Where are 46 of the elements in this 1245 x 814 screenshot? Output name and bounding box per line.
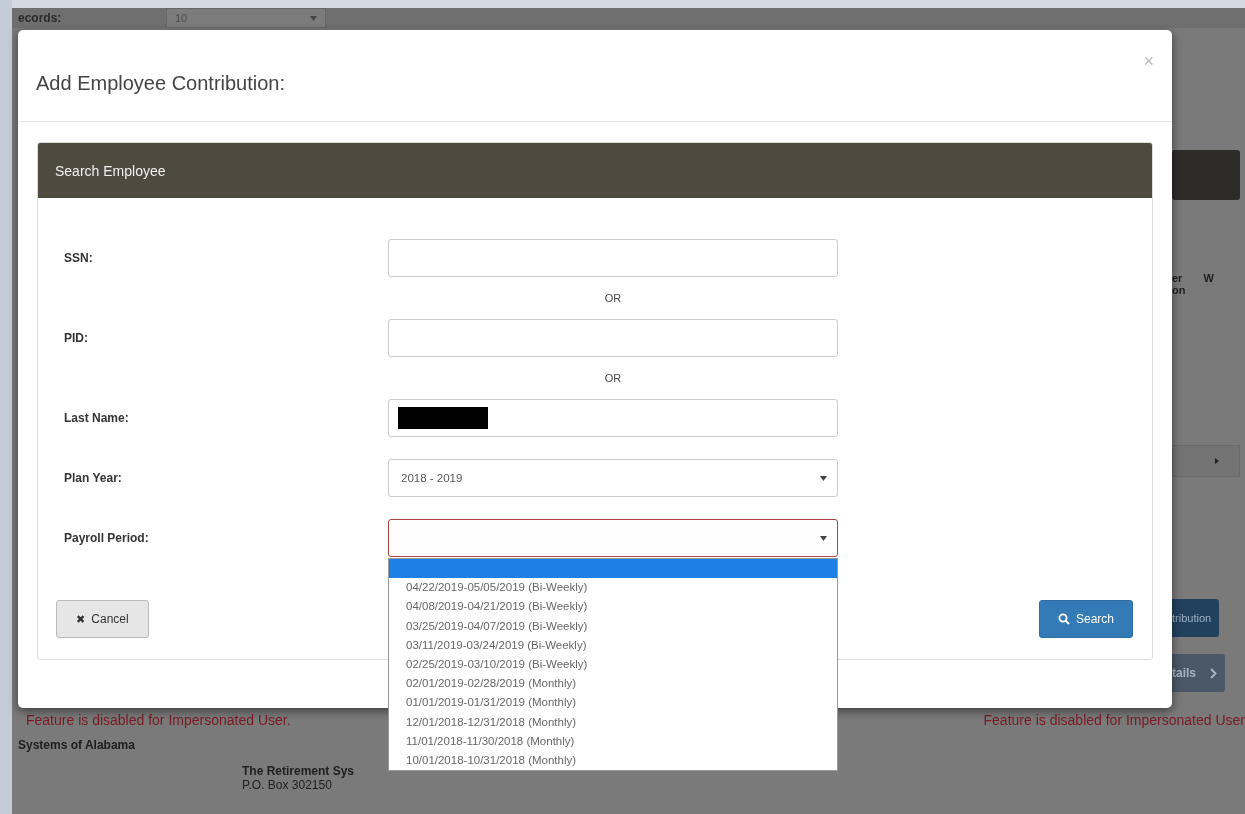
panel-header [1172, 150, 1240, 200]
caret-icon [1215, 458, 1219, 464]
dialog-title: Add Employee Contribution: [36, 72, 286, 96]
search-icon [1058, 613, 1070, 625]
warning-text: Feature is disabled for Impersonated User [983, 712, 1245, 730]
caret-icon [820, 535, 827, 541]
dropdown-option[interactable]: 11/01/2018-11/30/2018 (Monthly) [389, 731, 837, 751]
dropdown-option[interactable]: 12/01/2018-12/31/2018 (Monthly) [389, 712, 837, 732]
input-field[interactable] [388, 399, 838, 437]
input-field[interactable] [388, 319, 838, 357]
or-separator: OR [603, 291, 623, 306]
caret-icon [310, 15, 317, 21]
column-header: on [1172, 284, 1186, 296]
dropdown-option[interactable]: 02/25/2019-03/10/2019 (Bi-Weekly) [389, 654, 837, 675]
field-label: SSN: [64, 251, 94, 265]
dropdown-option[interactable] [389, 559, 837, 579]
close-icon: ✖ [76, 612, 86, 626]
cancel-button[interactable]: ✖ Cancel [56, 600, 149, 638]
dropdown-option[interactable]: 03/25/2019-04/07/2019 (Bi-Weekly) [389, 616, 837, 636]
field-label: PID: [64, 331, 89, 345]
dropdown-option[interactable]: 04/08/2019-04/21/2019 (Bi-Weekly) [389, 597, 837, 617]
warning-text: Feature is disabled for Impersonated User. [26, 712, 291, 730]
organization-name: The Retirement Sys [242, 764, 356, 778]
select-field[interactable]: 2018 - 2019 [388, 459, 838, 497]
address-text: P.O. Box 302150 [242, 778, 333, 792]
input-field[interactable] [388, 239, 838, 277]
dropdown-option[interactable]: 04/22/2019-05/05/2019 (Bi-Weekly) [389, 578, 837, 598]
dropdown-option[interactable]: 10/01/2018-10/31/2018 (Monthly) [389, 750, 837, 771]
panel-title: Search Employee [55, 162, 166, 179]
field-label: Payroll Period: [64, 531, 150, 545]
dropdown-option[interactable]: 03/11/2019-03/24/2019 (Bi-Weekly) [389, 635, 837, 655]
dropdown-option[interactable]: 01/01/2019-01/31/2019 (Monthly) [389, 693, 837, 713]
search-button[interactable]: Search [1039, 600, 1133, 638]
field-label: Last Name: [64, 411, 130, 425]
caret-icon [820, 475, 827, 481]
field-label: Plan Year: [64, 471, 123, 485]
footer-text: Systems of Alabama [17, 737, 135, 752]
records-label: ecords: [18, 11, 63, 25]
column-header: er [1172, 272, 1184, 284]
column-header: W [1203, 272, 1214, 286]
dropdown-option[interactable]: 02/01/2019-02/28/2019 (Monthly) [389, 674, 837, 694]
chevron-icon [1210, 667, 1217, 679]
or-separator: OR [603, 371, 623, 386]
add-button[interactable]: tribution [1172, 599, 1220, 637]
select-field[interactable] [1172, 445, 1240, 477]
details-button[interactable]: tails [1172, 654, 1225, 692]
